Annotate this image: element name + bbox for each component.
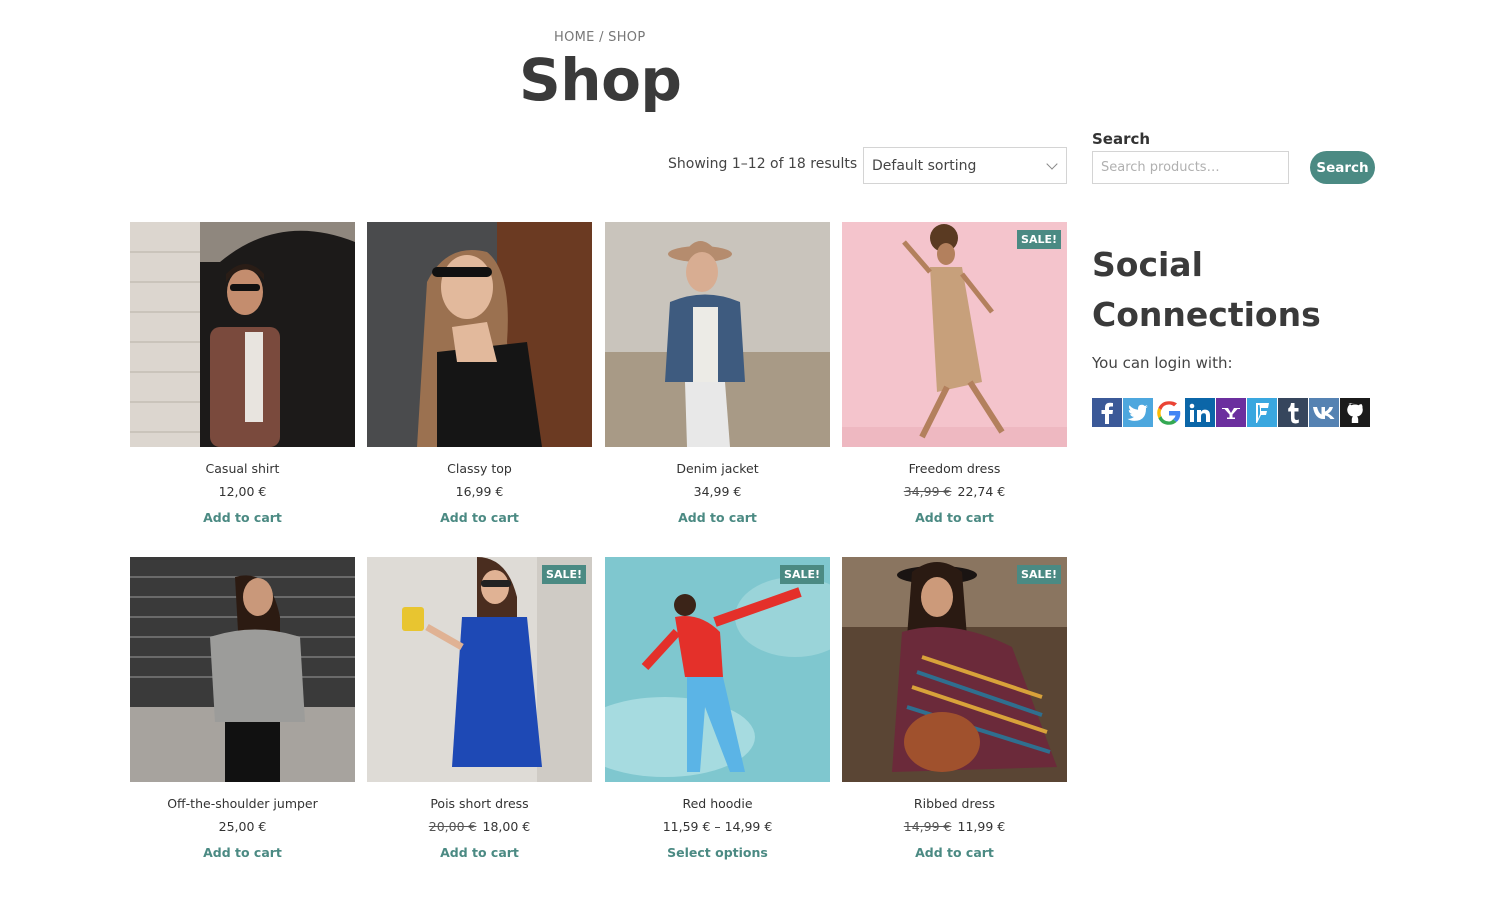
product-name[interactable]: Pois short dress [367, 796, 592, 811]
social-login-subtitle: You can login with: [1092, 354, 1233, 372]
product-price: 34,99 € [693, 484, 742, 499]
product-price: 34,99 €22,74 € [903, 484, 1006, 499]
product-name[interactable]: Casual shirt [130, 461, 355, 476]
product-image[interactable] [130, 557, 355, 782]
product-name[interactable]: Freedom dress [842, 461, 1067, 476]
sale-badge: SALE! [1017, 230, 1061, 249]
product-card: Casual shirt 12,00 € Add to cart [130, 222, 355, 526]
tumblr-icon[interactable] [1278, 398, 1308, 427]
product-image[interactable] [367, 222, 592, 447]
result-count: Showing 1–12 of 18 results [668, 156, 858, 172]
product-image[interactable]: SALE! [605, 557, 830, 782]
social-login-buttons [1092, 398, 1370, 427]
product-price: 25,00 € [218, 819, 267, 834]
sale-badge: SALE! [1017, 565, 1061, 584]
breadcrumb[interactable]: HOME / SHOP [554, 30, 645, 45]
product-price: 11,59 € – 14,99 € [662, 819, 773, 834]
search-button[interactable]: Search [1310, 151, 1375, 184]
product-price: 14,99 €11,99 € [903, 819, 1006, 834]
product-price: 16,99 € [455, 484, 504, 499]
sale-badge: SALE! [542, 565, 586, 584]
add-to-cart-button[interactable]: Add to cart [678, 510, 757, 525]
product-price: 12,00 € [218, 484, 267, 499]
product-card: SALE! Red hoodie 11,59 € – 14,99 € Selec… [605, 557, 830, 861]
add-to-cart-button[interactable]: Add to cart [915, 510, 994, 525]
product-price: 20,00 €18,00 € [428, 819, 531, 834]
product-card: SALE! Ribbed dress 14,99 €11,99 € Add to… [842, 557, 1067, 861]
product-card: SALE! Freedom dress 34,99 €22,74 € Add t… [842, 222, 1067, 526]
product-card: Off-the-shoulder jumper 25,00 € Add to c… [130, 557, 355, 861]
product-image[interactable]: SALE! [842, 557, 1067, 782]
sorting-selected-value: Default sorting [872, 158, 977, 174]
social-connections-title: Social Connections [1092, 245, 1321, 334]
product-image[interactable]: SALE! [842, 222, 1067, 447]
vk-icon[interactable] [1309, 398, 1339, 427]
product-image[interactable] [605, 222, 830, 447]
product-card: Denim jacket 34,99 € Add to cart [605, 222, 830, 526]
google-icon[interactable] [1154, 398, 1184, 427]
add-to-cart-button[interactable]: Add to cart [440, 845, 519, 860]
product-name[interactable]: Denim jacket [605, 461, 830, 476]
product-name[interactable]: Classy top [367, 461, 592, 476]
twitter-icon[interactable] [1123, 398, 1153, 427]
add-to-cart-button[interactable]: Add to cart [203, 510, 282, 525]
add-to-cart-button[interactable]: Add to cart [440, 510, 519, 525]
product-image[interactable] [130, 222, 355, 447]
chevron-down-icon [1046, 158, 1058, 170]
page-title: Shop [519, 46, 682, 114]
product-image[interactable]: SALE! [367, 557, 592, 782]
product-name[interactable]: Ribbed dress [842, 796, 1067, 811]
search-input[interactable] [1092, 151, 1289, 184]
search-heading: Search [1092, 130, 1151, 148]
foursquare-icon[interactable] [1247, 398, 1277, 427]
sorting-select[interactable]: Default sorting [863, 147, 1067, 184]
product-card: Classy top 16,99 € Add to cart [367, 222, 592, 526]
linkedin-icon[interactable] [1185, 398, 1215, 427]
product-card: SALE! Pois short dress 20,00 €18,00 € Ad… [367, 557, 592, 861]
product-name[interactable]: Off-the-shoulder jumper [130, 796, 355, 811]
add-to-cart-button[interactable]: Add to cart [915, 845, 994, 860]
select-options-button[interactable]: Select options [667, 845, 768, 860]
github-icon[interactable] [1340, 398, 1370, 427]
yahoo-icon[interactable] [1216, 398, 1246, 427]
sale-badge: SALE! [780, 565, 824, 584]
product-name[interactable]: Red hoodie [605, 796, 830, 811]
facebook-icon[interactable] [1092, 398, 1122, 427]
add-to-cart-button[interactable]: Add to cart [203, 845, 282, 860]
